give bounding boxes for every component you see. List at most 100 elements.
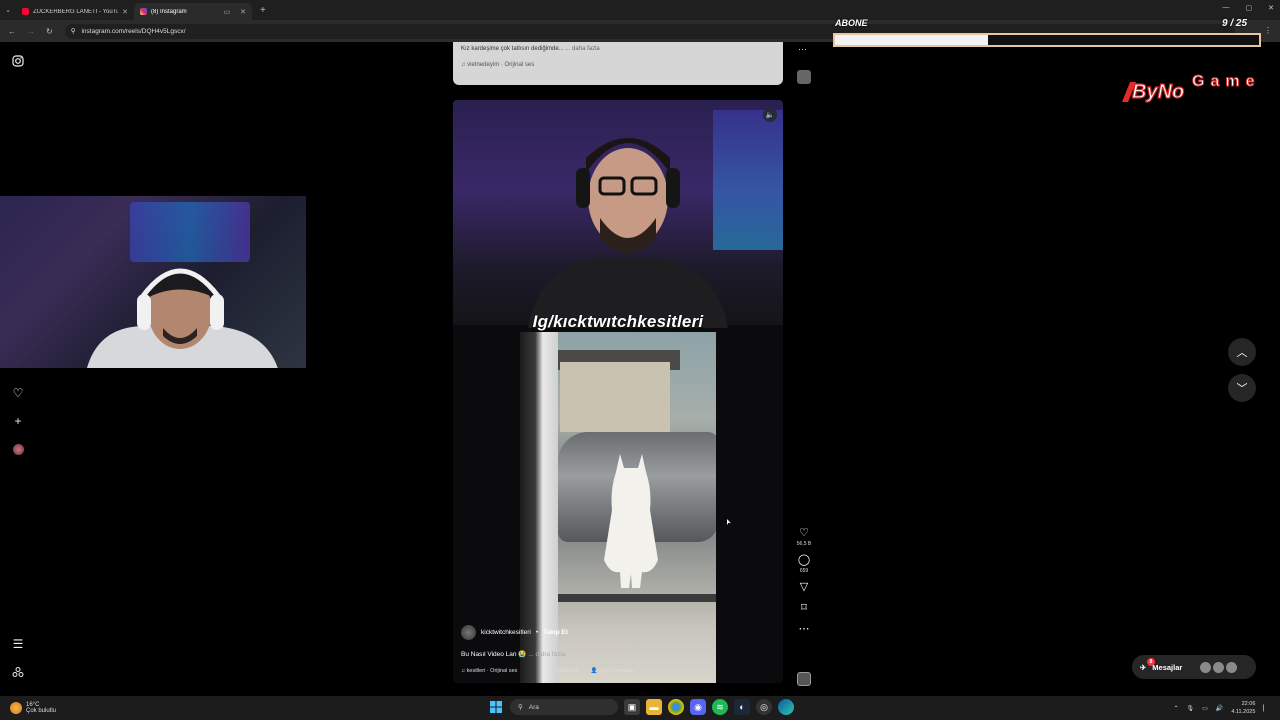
tray-chevron-up-icon[interactable]: ⌃: [1174, 705, 1179, 712]
previous-audio-thumbnail[interactable]: [797, 70, 811, 84]
reel-tag-1[interactable]: kicktwitch: [555, 668, 579, 674]
streamer-webcam: [0, 196, 306, 368]
taskbar-search[interactable]: ⚲ Ara: [510, 699, 618, 715]
clip-house: [560, 362, 670, 432]
reel-audio-link[interactable]: ♫ kesitleri · Orijinal ses: [461, 668, 517, 674]
time: 22:06: [1241, 701, 1256, 707]
music-note-icon: ♫: [461, 62, 466, 68]
reel-streamer-cam: [453, 100, 783, 328]
create-plus-icon[interactable]: +: [11, 414, 25, 428]
reel-tag-2[interactable]: 👤 aynısınemalar: [591, 668, 634, 674]
minimize-icon[interactable]: —: [1223, 4, 1230, 12]
previous-caption-row: Kız kardeşime çok tatlısın dediğimde... …: [461, 46, 775, 52]
next-reel-chevron-down-icon[interactable]: ﹀: [1228, 374, 1256, 402]
network-icon[interactable]: ▭: [1202, 705, 1208, 712]
threads-icon[interactable]: [11, 665, 25, 679]
reel-caption-row: Bu Nasıl Video Lan 😭 ... daha fazla: [461, 650, 777, 658]
mute-speaker-icon[interactable]: 🔈: [763, 108, 777, 122]
messages-button[interactable]: ✈ 8 Mesajlar: [1132, 655, 1256, 679]
logo-text-secondary: Game: [1192, 73, 1260, 90]
close-window-icon[interactable]: ✕: [1268, 4, 1274, 12]
windows-start-icon[interactable]: [488, 699, 504, 715]
site-info-icon[interactable]: ⚲: [71, 27, 76, 35]
subscribe-goal-count: 9 / 25: [1222, 18, 1248, 29]
weather-widget[interactable]: 16°C Çok bulutlu: [0, 702, 140, 714]
reel-overlay-text: Ig/kıcktwıtchkesitleri: [532, 312, 704, 331]
discord-icon[interactable]: ◉: [690, 699, 706, 715]
previous-more-link[interactable]: ... daha fazla: [565, 46, 599, 52]
caption-emoji: 😭: [518, 651, 527, 658]
author-avatar[interactable]: [461, 625, 476, 640]
close-tab-icon[interactable]: ✕: [122, 8, 128, 16]
previous-audio-label: vietnedeyim · Orijinal ses: [467, 62, 535, 68]
subscribe-goal-bar: [833, 33, 1261, 47]
author-username[interactable]: kicktwitchkesitleri: [481, 629, 531, 636]
browser-tab-strip: ⌄ ZUCKERBERG LANETİ - YouTube ✕ (8) Inst…: [0, 0, 1280, 20]
reel-streamer-figure: [528, 138, 728, 328]
reload-icon[interactable]: ↻: [46, 27, 53, 36]
save-bookmark-icon[interactable]: ⌑: [801, 603, 807, 614]
taskbar-apps: ⚲ Ara ▣ ▬ ◉ ≋ ◐ ◎: [488, 699, 794, 715]
window-controls: — ▢ ✕: [1223, 4, 1275, 12]
reel-video[interactable]: 🔈 Ig/kıcktwıtchkesitleri kicktwitchkesit…: [453, 100, 783, 683]
tab-title: ZUCKERBERG LANETİ - YouTube: [33, 8, 119, 15]
tab-instagram[interactable]: (8) Instagram ▭ ✕: [134, 3, 252, 20]
notifications-bell-icon[interactable]: ▏: [1263, 705, 1268, 712]
new-tab-button[interactable]: +: [260, 5, 266, 16]
back-arrow-icon[interactable]: ←: [8, 27, 16, 36]
clock[interactable]: 22:06 4.11.2025: [1231, 700, 1255, 716]
spotify-icon[interactable]: ≋: [712, 699, 728, 715]
task-view-icon[interactable]: ▣: [624, 699, 640, 715]
microphone-icon[interactable]: 🎙: [1187, 705, 1195, 712]
nav-buttons: ← → ↻: [0, 27, 53, 36]
previous-audio-row[interactable]: ♫ vietnedeyim · Orijinal ses: [461, 62, 775, 68]
subscribe-goal-label: ABONE: [835, 18, 868, 28]
clip-drain: [558, 594, 716, 602]
search-icon: ⚲: [518, 704, 523, 711]
chrome-icon[interactable]: [668, 699, 684, 715]
previous-caption: Kız kardeşime çok tatlısın dediğimde...: [461, 46, 564, 52]
reel-author-row: kicktwitchkesitleri • Takip Et: [461, 625, 777, 640]
maximize-icon[interactable]: ▢: [1246, 4, 1253, 12]
comment-count: 659: [799, 568, 809, 574]
instagram-logo-icon[interactable]: [11, 54, 25, 68]
close-tab-icon[interactable]: ✕: [240, 8, 246, 16]
tab-search-button[interactable]: ⌄: [0, 6, 16, 14]
audio-thumbnail[interactable]: [797, 672, 811, 686]
more-menu-icon[interactable]: ☰: [11, 637, 25, 651]
edge-icon[interactable]: [778, 699, 794, 715]
reel-actions: ♡ 56,5 B ◯ 659 ▽ ⌑ ⋯: [795, 528, 813, 635]
previous-more-options-icon[interactable]: ⋯: [798, 44, 807, 55]
follow-button[interactable]: Takip Et: [543, 629, 568, 636]
previous-reel-chevron-up-icon[interactable]: ︿: [1228, 338, 1256, 366]
system-tray: ⌃ 🎙 ▭ 🔊 22:06 4.11.2025 ▏: [1174, 700, 1269, 716]
notifications-heart-icon[interactable]: ♡: [11, 386, 25, 400]
url-text: instagram.com/reels/DQH4v5Lgscx/: [81, 27, 186, 35]
file-explorer-icon[interactable]: ▬: [646, 699, 662, 715]
reel-audio-row: ♫ kesitleri · Orijinal ses kicktwitch 👤 …: [461, 668, 777, 674]
search-placeholder: Ara: [528, 703, 539, 711]
share-send-icon[interactable]: ▽: [800, 582, 808, 593]
windows-taskbar: 16°C Çok bulutlu ⚲ Ara ▣ ▬ ◉ ≋ ◐ ◎ ⌃ 🎙 ▭…: [0, 696, 1280, 720]
tab-extension-icon[interactable]: ▭: [224, 8, 231, 16]
logo-text-primary: ByNo: [1132, 81, 1184, 103]
tab-youtube[interactable]: ZUCKERBERG LANETİ - YouTube ✕: [16, 3, 134, 20]
more-options-icon[interactable]: ⋯: [799, 624, 810, 635]
youtube-favicon-icon: [22, 8, 29, 15]
forward-arrow-icon[interactable]: →: [27, 27, 35, 36]
comment-bubble-icon[interactable]: ◯: [798, 555, 810, 566]
messages-label: Mesajlar: [1152, 662, 1183, 672]
message-count-badge: 8: [1147, 658, 1155, 666]
send-icon: ✈: [1140, 662, 1147, 672]
steam-icon[interactable]: ◐: [734, 699, 750, 715]
reel-more-link[interactable]: ... daha fazla: [528, 651, 565, 658]
like-heart-icon[interactable]: ♡: [799, 528, 809, 539]
reel-tag-2-label: aynısınemalar: [599, 668, 634, 674]
volume-icon[interactable]: 🔊: [1216, 705, 1223, 712]
browser-menu-icon[interactable]: ⋮: [1264, 26, 1272, 35]
profile-avatar[interactable]: [11, 442, 25, 456]
cat-in-costume: [604, 454, 658, 588]
obs-icon[interactable]: ◎: [756, 699, 772, 715]
instagram-favicon-icon: [140, 8, 147, 15]
subscribe-goal-fill: [835, 35, 988, 45]
